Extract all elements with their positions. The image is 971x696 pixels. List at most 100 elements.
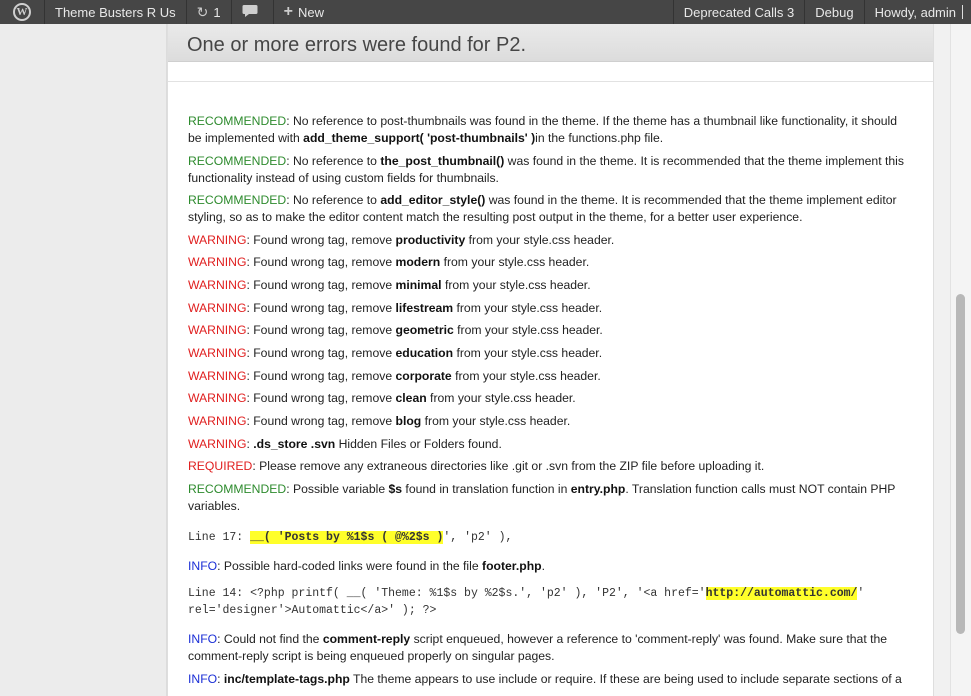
- level-label: INFO: [188, 559, 218, 574]
- result-item: REQUIRED: Please remove any extraneous d…: [188, 458, 913, 475]
- code-excerpt: Line 17: __( 'Posts by %1$s ( @%2$s )', …: [188, 529, 913, 546]
- updates-link[interactable]: ↻ 1: [187, 0, 231, 24]
- message-text: in the functions.php file.: [535, 131, 664, 145]
- message-code: add_editor_style(): [380, 193, 486, 207]
- message-text: : Found wrong tag, remove: [246, 345, 396, 360]
- message-text: from your style.css header.: [440, 255, 590, 270]
- result-item: WARNING: .ds_store .svn Hidden Files or …: [188, 436, 913, 453]
- message-text: : Found wrong tag, remove: [246, 232, 396, 247]
- theme-check-results-panel: One or more errors were found for P2. RE…: [167, 24, 934, 696]
- message-code: add_theme_support( 'post-thumbnails' ): [303, 131, 536, 145]
- admin-bar: W Theme Busters R Us ↻ 1 + New Deprecate…: [0, 0, 971, 24]
- level-label: WARNING: [188, 232, 247, 247]
- message-text: from your style.css header.: [453, 323, 603, 338]
- message-text: .: [541, 559, 545, 574]
- message-code: footer.php: [482, 559, 542, 574]
- code-text: Line 14: <?php printf( __( 'Theme: %1$s …: [188, 587, 706, 601]
- message-text: from your style.css header.: [421, 414, 571, 428]
- tag-name: education: [395, 345, 454, 360]
- message-text: : Found wrong tag, remove: [246, 255, 396, 270]
- comment-bubble-icon: [242, 4, 258, 20]
- deprecated-calls-label: Deprecated Calls 3: [683, 4, 795, 20]
- tag-name: corporate: [395, 368, 452, 383]
- result-item: WARNING: Found wrong tag, remove lifestr…: [188, 300, 913, 317]
- tag-name: lifestream: [395, 300, 454, 315]
- result-item: RECOMMENDED: No reference to the_post_th…: [188, 153, 913, 187]
- level-label: WARNING: [188, 368, 247, 383]
- code-text: ': [857, 587, 865, 601]
- message-text: from your style.css header.: [465, 232, 615, 247]
- message-text: : No reference to: [286, 153, 381, 168]
- site-name-label: Theme Busters R Us: [55, 4, 176, 20]
- level-label: INFO: [188, 632, 218, 647]
- page-title: One or more errors were found for P2.: [187, 34, 527, 56]
- user-account-menu[interactable]: Howdy, admin: [865, 0, 971, 24]
- message-text: : Found wrong tag, remove: [246, 277, 396, 292]
- scrollbar-thumb[interactable]: [956, 294, 965, 634]
- result-item: WARNING: Found wrong tag, remove geometr…: [188, 322, 913, 339]
- new-label: New: [297, 4, 324, 20]
- result-item: WARNING: Found wrong tag, remove product…: [188, 232, 913, 249]
- wordpress-menu[interactable]: W: [0, 0, 44, 24]
- message-text: from your style.css header.: [426, 391, 576, 406]
- scrollbar-track[interactable]: [950, 24, 971, 696]
- message-code: inc/template-tags.php: [223, 671, 350, 686]
- message-code: entry.php: [570, 482, 626, 497]
- result-item: WARNING: Found wrong tag, remove blog fr…: [188, 413, 913, 430]
- level-label: WARNING: [188, 414, 247, 428]
- result-item: WARNING: Found wrong tag, remove educati…: [188, 345, 913, 362]
- level-label: INFO: [188, 671, 218, 686]
- result-item: WARNING: Found wrong tag, remove minimal…: [188, 277, 913, 294]
- level-label: WARNING: [188, 391, 247, 406]
- message-text: The theme appears to use include or requ…: [349, 671, 902, 686]
- level-label: WARNING: [188, 345, 247, 360]
- level-label: RECOMMENDED: [188, 114, 287, 128]
- message-text: : Found wrong tag, remove: [246, 391, 396, 406]
- result-item: WARNING: Found wrong tag, remove corpora…: [188, 368, 913, 385]
- site-name-link[interactable]: Theme Busters R Us: [45, 0, 186, 24]
- tag-name: clean: [395, 391, 427, 406]
- message-code: the_post_thumbnail(): [380, 153, 505, 168]
- new-content-link[interactable]: + New: [274, 0, 334, 24]
- message-text: : Found wrong tag, remove: [246, 368, 396, 383]
- result-item: RECOMMENDED: No reference to add_editor_…: [188, 192, 913, 226]
- level-label: RECOMMENDED: [188, 193, 287, 207]
- text-cursor: [962, 5, 963, 19]
- level-label: WARNING: [188, 255, 247, 270]
- comments-link[interactable]: [232, 0, 273, 24]
- tag-name: productivity: [395, 232, 466, 247]
- message-text: found in translation function in: [402, 482, 571, 497]
- message-text: : Possible hard-coded links were found i…: [217, 559, 483, 574]
- message-code: $s: [388, 482, 403, 497]
- tag-name: modern: [395, 255, 441, 270]
- level-label: REQUIRED: [188, 459, 253, 474]
- code-text: Line 17:: [188, 531, 251, 545]
- code-text: rel='designer'>Automattic</a>' ); ?>: [188, 604, 437, 618]
- message-text: from your style.css header.: [451, 368, 601, 383]
- tag-name: minimal: [395, 277, 442, 292]
- admin-sidebar: [0, 24, 167, 696]
- code-highlight: http://automattic.com/: [705, 587, 858, 601]
- level-label: WARNING: [188, 300, 247, 315]
- level-label: RECOMMENDED: [188, 482, 287, 497]
- result-item: WARNING: Found wrong tag, remove clean f…: [188, 390, 913, 407]
- message-text: :: [217, 671, 224, 686]
- result-item: WARNING: Found wrong tag, remove modern …: [188, 254, 913, 271]
- level-label: WARNING: [188, 323, 247, 338]
- message-text: Hidden Files or Folders found.: [335, 436, 502, 451]
- results-list: RECOMMENDED: No reference to post-thumbn…: [168, 82, 913, 688]
- message-text: : Possible variable: [286, 482, 389, 497]
- result-item: INFO: Possible hard-coded links were fou…: [188, 558, 913, 575]
- message-text: : Found wrong tag, remove: [246, 323, 396, 338]
- code-highlight: __( 'Posts by %1$s ( @%2$s ): [250, 531, 444, 545]
- content-gutter: [935, 24, 950, 696]
- level-label: WARNING: [188, 436, 247, 451]
- code-text: ', 'p2' ),: [443, 531, 513, 545]
- message-text: : No reference to: [286, 193, 381, 207]
- deprecated-calls-link[interactable]: Deprecated Calls 3: [674, 0, 805, 24]
- message-code: comment-reply: [322, 632, 411, 647]
- wordpress-logo-icon: W: [13, 3, 31, 21]
- debug-link[interactable]: Debug: [805, 0, 863, 24]
- message-text: from your style.css header.: [453, 345, 603, 360]
- result-item: RECOMMENDED: No reference to post-thumbn…: [188, 113, 913, 147]
